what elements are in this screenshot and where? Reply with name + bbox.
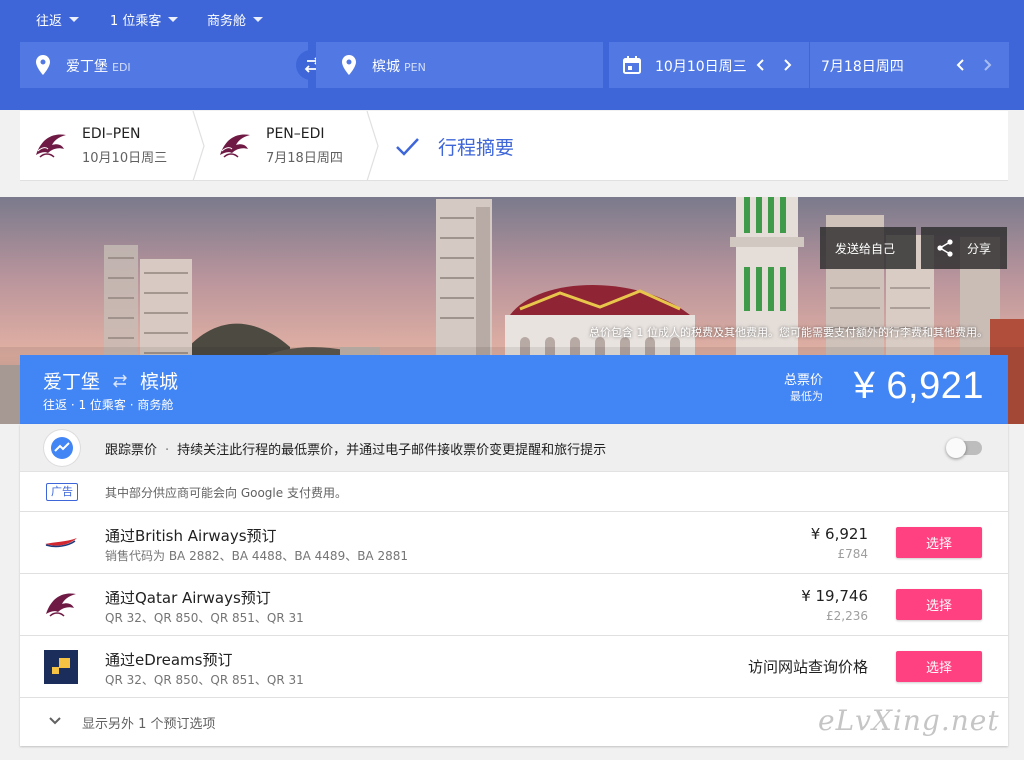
origin-field[interactable]: 爱丁堡 EDI [20,42,308,88]
summary-destination: 槟城 [140,371,179,393]
provider-name: 通过British Airways预订 [105,527,277,545]
step-return[interactable]: PEN–EDI 7月18日周四 [204,111,372,181]
dropdown-caret-icon [69,17,80,22]
destination-code: PEN [404,61,426,74]
date-field: 10月10日周三 7月18日周四 [609,42,1009,88]
select-button[interactable]: 选择 [896,651,982,682]
share-button[interactable]: 分享 [921,227,1007,269]
dropdown-caret-icon [168,17,179,22]
booking-option: 通过British Airways预订 销售代码为 BA 2882、BA 448… [20,512,1008,574]
step-summary: 行程摘要 [438,137,515,159]
origin-code: EDI [112,61,131,74]
location-pin-icon [36,55,50,75]
option-price: ¥ 6,921 [810,525,868,543]
share-icon [937,239,953,257]
option-price: ¥ 19,746 [801,587,868,605]
destination-city: 槟城 [372,59,400,75]
itinerary-stepper: EDI–PEN 10月10日周三 PEN–EDI 7月18日周四 行程摘要 [20,111,1008,181]
qatar-airways-logo-icon [36,134,66,158]
edreams-logo-icon [44,650,78,684]
summary-origin: 爱丁堡 [43,371,101,393]
option-price-gbp: £2,236 [826,609,868,623]
destination-field[interactable]: 槟城 PEN [316,42,603,88]
ad-badge[interactable]: 广告 [46,483,78,501]
search-header: 往返 1 位乘客 商务舱 爱丁堡 EDI 槟城 PEN 10月10日周三 7月18日… [0,0,1024,110]
trip-type-dropdown[interactable]: 往返 [36,10,80,29]
booking-option: 通过eDreams预订 QR 32、QR 850、QR 851、QR 31 访问… [20,636,1008,698]
cabin-dropdown[interactable]: 商务舱 [207,10,264,29]
lowest-label: 最低为 [790,390,823,403]
qatar-airways-logo-icon [220,134,250,158]
ad-disclosure-row: 广告 其中部分供应商可能会向 Google 支付费用。 [20,472,1008,512]
depart-date[interactable]: 10月10日周三 [655,56,747,76]
step-outbound[interactable]: EDI–PEN 10月10日周三 [20,111,196,181]
total-fare-label: 总票价 [783,373,823,388]
trip-details: 往返 · 1 位乘客 · 商务舱 [43,398,174,412]
previous-date-icon[interactable] [953,55,969,75]
return-date[interactable]: 7月18日周四 [821,56,904,76]
option-price-gbp: £784 [837,547,868,561]
flight-codes: 销售代码为 BA 2882、BA 4488、BA 4489、BA 2881 [105,549,408,563]
track-title: 跟踪票价 [105,443,158,458]
qatar-airways-logo-icon [46,593,76,617]
round-trip-arrows-icon [113,374,128,387]
select-button[interactable]: 选择 [896,527,982,558]
british-airways-logo-icon [45,538,77,548]
price-trend-icon [44,430,80,466]
next-date-icon[interactable] [779,55,795,75]
previous-date-icon[interactable] [753,55,769,75]
tax-note: 总价包含 1 位成人的税费及其他费用。您可能需要支付额外的行李费和其他费用。 [589,326,988,339]
ad-text: 其中部分供应商可能会向 Google 支付费用。 [105,486,347,500]
origin-city: 爱丁堡 [66,59,108,75]
provider-name: 通过Qatar Airways预订 [105,589,271,607]
price-summary-bar: 爱丁堡 槟城 往返 · 1 位乘客 · 商务舱 总票价 最低为 ¥ 6,921 [20,355,1008,424]
track-description: 持续关注此行程的最低票价，并通过电子邮件接收票价变更提醒和旅行提示 [177,443,607,458]
calendar-icon [623,56,641,74]
dropdown-caret-icon [253,17,264,22]
provider-name: 通过eDreams预订 [105,651,233,669]
watermark: eLvXing.net [818,704,1000,737]
visit-site-text: 访问网站查询价格 [747,658,868,676]
flight-codes: QR 32、QR 850、QR 851、QR 31 [105,673,304,687]
next-date-icon[interactable] [979,55,995,75]
passenger-dropdown[interactable]: 1 位乘客 [110,10,179,29]
location-pin-icon [342,55,356,75]
total-price: ¥ 6,921 [853,365,984,407]
flight-codes: QR 32、QR 850、QR 851、QR 31 [105,611,304,625]
send-to-self-button[interactable]: 发送给自己 [820,227,916,269]
booking-options-card: 跟踪票价 · 持续关注此行程的最低票价，并通过电子邮件接收票价变更提醒和旅行提示 广… [20,424,1008,746]
booking-option: 通过Qatar Airways预订 QR 32、QR 850、QR 851、QR… [20,574,1008,636]
price-tracking-toggle[interactable] [946,438,982,458]
select-button[interactable]: 选择 [896,589,982,620]
price-tracking-row: 跟踪票价 · 持续关注此行程的最低票价，并通过电子邮件接收票价变更提醒和旅行提示 [20,424,1008,472]
step-divider [366,111,379,181]
checkmark-icon [396,138,419,156]
chevron-down-icon [49,717,61,725]
